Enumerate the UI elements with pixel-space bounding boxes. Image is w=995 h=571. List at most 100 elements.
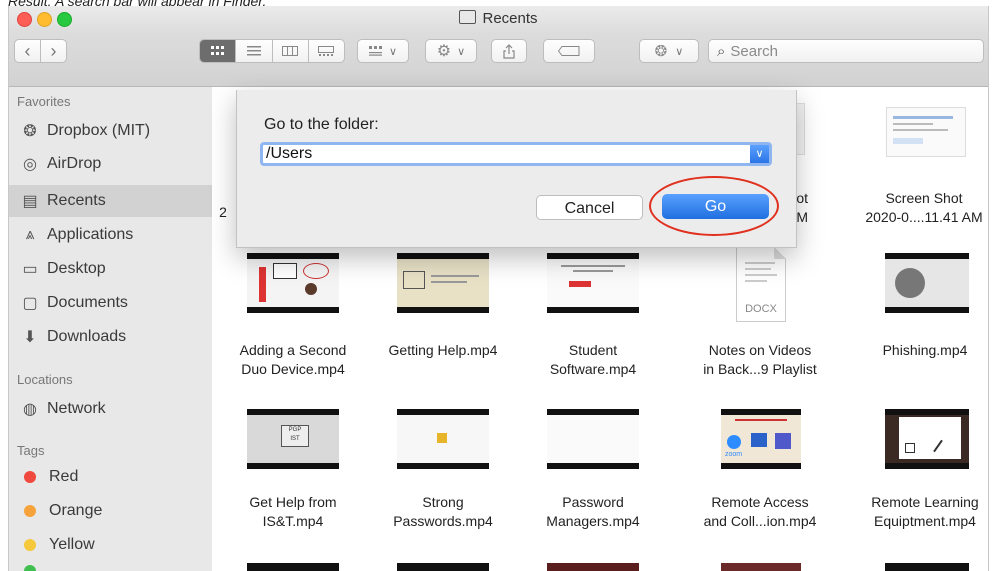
file-thumbnail[interactable] [547,253,639,313]
file-name-line2: Managers.mp4 [546,513,640,529]
sidebar-item-dropbox[interactable]: ❂ Dropbox (MIT) [9,115,212,147]
sidebar-item-airdrop[interactable]: ◎ AirDrop [9,148,212,180]
file-thumbnail[interactable] [886,107,966,157]
file-label[interactable]: Getting Help.mp4 [368,341,518,360]
forward-button[interactable]: › [41,40,66,62]
file-thumbnail[interactable] [247,253,339,313]
red-tag-dot-icon [24,471,36,483]
go-to-folder-dialog: Go to the folder: /Users ∨ Cancel Go [236,90,797,248]
sidebar-item-tag-orange[interactable]: Orange [9,495,212,527]
view-mode-control [199,39,345,63]
sidebar-item-label: Downloads [47,328,127,345]
zoom-thumb-text: zoom [725,451,743,458]
file-thumbnail[interactable] [721,563,801,571]
group-icon [368,46,382,56]
documents-icon: ▢ [22,295,38,312]
file-name-line2: in Back...9 Playlist [703,361,817,377]
folder-path-input[interactable]: /Users ∨ [260,142,772,166]
network-icon: ◍ [23,401,37,418]
gallery-view-button[interactable] [309,40,344,62]
file-label[interactable]: Get Help from IS&T.mp4 [218,493,368,531]
file-label[interactable]: Adding a Second Duo Device.mp4 [218,341,368,379]
sidebar-item-tag-yellow[interactable]: Yellow [9,529,212,561]
file-label[interactable]: Screen Shot 2020-0....11.41 AM [849,189,988,227]
file-thumbnail[interactable] [885,409,969,469]
file-name-line1: 2 [219,204,227,220]
file-label[interactable]: 2 [213,203,233,222]
window-title-text: Recents [482,10,538,27]
chevron-down-icon[interactable]: ∨ [750,145,769,163]
file-name-line1: Remote Access [711,494,809,510]
dropbox-button[interactable]: ❂ ∨ [639,39,699,63]
share-button[interactable] [491,39,527,63]
sidebar-item-label: Red [49,468,79,485]
docx-file-icon[interactable]: DOCX [736,247,786,322]
tags-header: Tags [17,443,45,458]
icon-view-button[interactable] [200,40,237,62]
action-button[interactable]: ⚙ ∨ [425,39,477,63]
sidebar-item-label: Dropbox (MIT) [47,122,151,139]
file-label[interactable]: Remote Learning Equiptment.mp4 [850,493,988,531]
list-view-button[interactable] [236,40,273,62]
sidebar-item-label: Network [47,400,106,417]
file-thumbnail[interactable] [397,253,489,313]
search-field[interactable]: ⌕ Search [708,39,984,63]
file-label[interactable]: Notes on Videos in Back...9 Playlist [685,341,835,379]
sidebar-item-label: Documents [47,294,128,311]
yellow-tag-dot-icon [24,539,36,551]
recents-folder-icon [459,10,477,24]
file-name-line1: Notes on Videos [708,342,812,358]
tag-icon [558,46,580,56]
file-thumbnail[interactable] [885,563,969,571]
file-thumbnail[interactable]: PGP IST [247,409,339,469]
file-name-line1: Password [562,494,624,510]
file-label[interactable]: Strong Passwords.mp4 [368,493,518,531]
sidebar-item-network[interactable]: ◍ Network [9,393,212,425]
file-thumbnail[interactable] [547,409,639,469]
sidebar-item-applications[interactable]: ⩓ Applications [9,219,212,251]
share-icon [503,43,515,59]
file-name-line2: Software.mp4 [549,361,637,377]
file-name-line2: Equiptment.mp4 [874,513,976,529]
dropbox-icon: ❂ [23,123,37,140]
file-label[interactable]: Password Managers.mp4 [518,493,668,531]
sidebar-item-label: AirDrop [47,155,102,172]
sidebar-item-label: Yellow [49,536,95,553]
cancel-button[interactable]: Cancel [536,195,643,220]
back-button[interactable]: ‹ [15,40,41,62]
file-thumbnail[interactable]: zoom [721,409,801,469]
file-label[interactable]: Remote Access and Coll...ion.mp4 [685,493,835,531]
orange-tag-dot-icon [24,505,36,517]
file-label[interactable]: Phishing.mp4 [850,341,988,360]
file-thumbnail[interactable] [397,563,489,571]
sidebar: Favorites ❂ Dropbox (MIT) ◎ AirDrop ▤ Re… [9,87,212,571]
file-name-line2: Duo Device.mp4 [241,361,345,377]
group-by-button[interactable]: ∨ [357,39,409,63]
desktop-icon: ▭ [22,261,38,278]
file-label[interactable]: Student Software.mp4 [518,341,668,379]
applications-icon: ⩓ [25,226,35,243]
toolbar: ‹ › ∨ ⚙ ∨ ❂ ∨ ⌕ Search [9,34,988,87]
file-name-line2: and Coll...ion.mp4 [703,513,817,529]
sidebar-item-documents[interactable]: ▢ Documents [9,287,212,319]
folder-path-value: /Users [266,145,313,162]
search-icon: ⌕ [717,42,726,60]
column-view-button[interactable] [273,40,309,62]
chevron-down-icon: ∨ [675,45,684,58]
file-thumbnail[interactable] [547,563,639,571]
airdrop-icon: ◎ [23,156,37,173]
sidebar-item-desktop[interactable]: ▭ Desktop [9,253,212,285]
file-name-line1: Getting Help.mp4 [388,342,498,358]
file-thumbnail[interactable] [247,563,339,571]
file-thumbnail[interactable] [885,253,969,313]
title-bar: Recents [9,6,988,34]
sidebar-item-recents[interactable]: ▤ Recents [9,185,212,217]
file-name-line1: Remote Learning [871,494,979,510]
edit-tags-button[interactable] [543,39,595,63]
window-title: Recents [9,10,988,27]
sidebar-item-tag-red[interactable]: Red [9,461,212,493]
list-view-icon [246,46,261,56]
file-thumbnail[interactable] [397,409,489,469]
sidebar-item-downloads[interactable]: ⬇ Downloads [9,321,212,353]
favorites-header: Favorites [17,94,71,109]
